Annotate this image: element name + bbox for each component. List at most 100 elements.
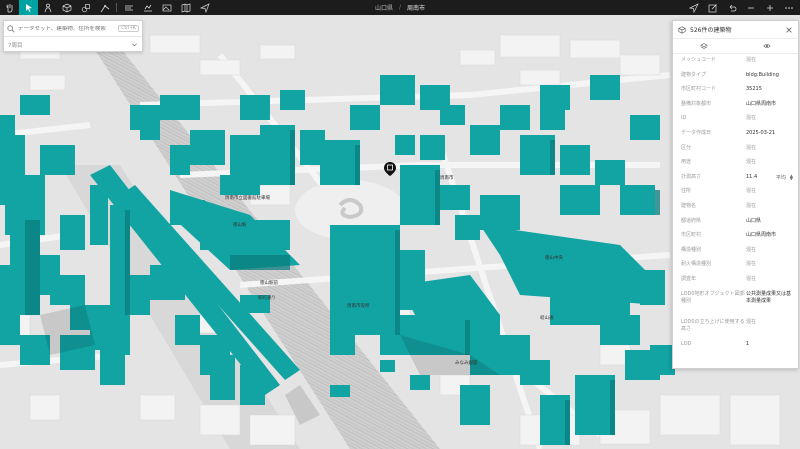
edit-icon[interactable] xyxy=(703,0,722,15)
attr-value: 混在 xyxy=(746,115,757,122)
map-label: 周南市役所 xyxy=(347,304,370,309)
attr-key: LOD0地形オブジェクト図郭種別 xyxy=(681,290,745,304)
height-stepper[interactable]: 11.4 平均 ▲ ▼ xyxy=(746,174,793,181)
attr-row: 市区町村 山口県周南市 xyxy=(673,229,798,244)
map-label: 周南市立図書館駐車場 xyxy=(225,196,270,201)
person-icon[interactable] xyxy=(38,0,57,15)
panel-tabs xyxy=(673,39,798,54)
attr-value: 混在 xyxy=(746,202,757,209)
attr-row: 建物名 混在 xyxy=(673,200,798,215)
minus-icon[interactable] xyxy=(741,0,760,15)
attr-value: 2025-03-21 xyxy=(746,129,776,136)
attr-key: LOD xyxy=(681,340,692,347)
shortcut-badge: Ctrl+K xyxy=(118,25,139,32)
attr-value: 35215 xyxy=(746,86,762,93)
toolbar-divider xyxy=(116,3,117,12)
shapes-icon[interactable] xyxy=(76,0,95,15)
hand-icon[interactable] xyxy=(0,0,19,15)
eye-icon xyxy=(763,44,771,48)
attr-value: 混在 xyxy=(746,144,757,151)
image-icon[interactable] xyxy=(157,0,176,15)
map-label: 岐山通 xyxy=(540,316,554,321)
attr-row: 建物タイプ bldg:Building xyxy=(673,69,798,84)
map-label: 徳山中央 xyxy=(545,256,563,261)
breadcrumb-current: 周南市 xyxy=(407,5,426,12)
stepper-arrows-icon[interactable]: ▲ ▼ xyxy=(790,174,793,181)
map-label: みなみ銀座 xyxy=(455,361,478,366)
attr-key: メッシュコード xyxy=(681,57,717,63)
attr-key: 区分 xyxy=(681,144,692,151)
search-input[interactable] xyxy=(18,25,119,32)
tab-layers[interactable] xyxy=(673,39,736,53)
attr-key: 建物タイプ xyxy=(681,71,707,78)
height-value: 11.4 xyxy=(746,174,758,181)
search-icon xyxy=(7,24,15,32)
more-icon[interactable] xyxy=(779,0,798,15)
app-window: 山口県 / 周南市 周南市立図書館駐車場 徳山駅 徳山駅前 新町通り みなみ銀座… xyxy=(0,0,800,449)
attr-key: 計測高さ xyxy=(681,173,702,180)
layers-icon[interactable] xyxy=(119,0,138,15)
attr-row: 区分 混在 xyxy=(673,142,798,157)
location-icon[interactable] xyxy=(684,0,703,15)
tab-visibility[interactable] xyxy=(736,39,799,53)
attr-row: 市区町村コード 35215 xyxy=(673,83,798,98)
toolbar-right xyxy=(684,0,798,15)
attr-row: データ作成日 2025-03-21 xyxy=(673,127,798,142)
attr-value: 混在 xyxy=(746,318,757,325)
attr-key: データ作成日 xyxy=(681,129,712,136)
attr-key: 耐火構造種別 xyxy=(681,261,712,268)
attr-key: LOD0の立ち上げに使用する高さ xyxy=(681,318,745,332)
attr-key: 建物名 xyxy=(681,202,697,209)
panel-header: 526件の建築物 xyxy=(673,21,798,39)
attr-value: 混在 xyxy=(746,188,757,195)
attr-row: 耐火構造種別 混在 xyxy=(673,258,798,273)
attr-row: LOD 1 xyxy=(673,338,798,353)
attr-key: 用途 xyxy=(681,159,692,166)
top-toolbar: 山口県 / 周南市 xyxy=(0,0,800,15)
dataset-select-value: 7周目 xyxy=(8,42,23,49)
map-label: 徳山駅前 xyxy=(260,281,278,286)
undo-icon[interactable] xyxy=(722,0,741,15)
attr-row: 用途 混在 xyxy=(673,156,798,171)
attr-value: 公共測量成果又は基本測量成果 xyxy=(746,290,792,304)
search-box: Ctrl+K 7周目 xyxy=(3,20,143,52)
attr-value: 混在 xyxy=(746,275,757,282)
line-icon[interactable] xyxy=(95,0,114,15)
attribute-list: メッシュコード 混在 建物タイプ bldg:Building 市区町村コード 3521… xyxy=(673,54,798,352)
attr-row: 都道府県 山口県 xyxy=(673,215,798,230)
chevron-down-icon xyxy=(132,43,137,47)
attr-row: ID 混在 xyxy=(673,112,798,127)
panel-title: 526件の建築物 xyxy=(690,27,732,34)
attr-row: 整備対象都市 山口県周南市 xyxy=(673,98,798,113)
close-icon[interactable] xyxy=(785,26,793,34)
attr-row: 構造種別 混在 xyxy=(673,244,798,259)
attr-row: 調査年 混在 xyxy=(673,273,798,288)
map-label: 新町通り xyxy=(258,296,276,301)
attr-key: 市区町村コード xyxy=(681,86,717,93)
attr-row: LOD0の立ち上げに使用する高さ 混在 xyxy=(673,316,798,338)
attr-key: 調査年 xyxy=(681,275,697,282)
attr-key: ID xyxy=(681,115,687,122)
attr-row: LOD0地形オブジェクト図郭種別 公共測量成果又は基本測量成果 xyxy=(673,288,798,316)
horizon-icon[interactable] xyxy=(138,0,157,15)
building-marker-icon[interactable] xyxy=(384,162,396,176)
breadcrumb-separator: / xyxy=(398,4,402,11)
attr-value: 混在 xyxy=(746,246,757,253)
attr-key: 住所 xyxy=(681,188,692,195)
map-icon[interactable] xyxy=(176,0,195,15)
attr-key: 構造種別 xyxy=(681,246,702,253)
breadcrumb-parent[interactable]: 山口県 xyxy=(375,3,393,12)
plus-icon[interactable] xyxy=(760,0,779,15)
attr-value: 混在 xyxy=(746,261,757,268)
inspector-panel: 526件の建築物 メッシュコード 混在 建物タイプ bldg:Building 市区… xyxy=(672,20,799,369)
attr-value: 山口県 xyxy=(746,217,762,224)
attr-value: 1 xyxy=(746,340,750,347)
height-aggregate[interactable]: 平均 xyxy=(776,174,786,181)
attr-row: メッシュコード 混在 xyxy=(673,54,798,69)
pointer-icon[interactable] xyxy=(19,0,38,15)
send-icon[interactable] xyxy=(195,0,214,15)
box-icon[interactable] xyxy=(57,0,76,15)
attr-key: 都道府県 xyxy=(681,217,702,224)
dataset-select[interactable]: 7周目 xyxy=(4,37,142,52)
layers-stack-icon xyxy=(700,43,709,49)
